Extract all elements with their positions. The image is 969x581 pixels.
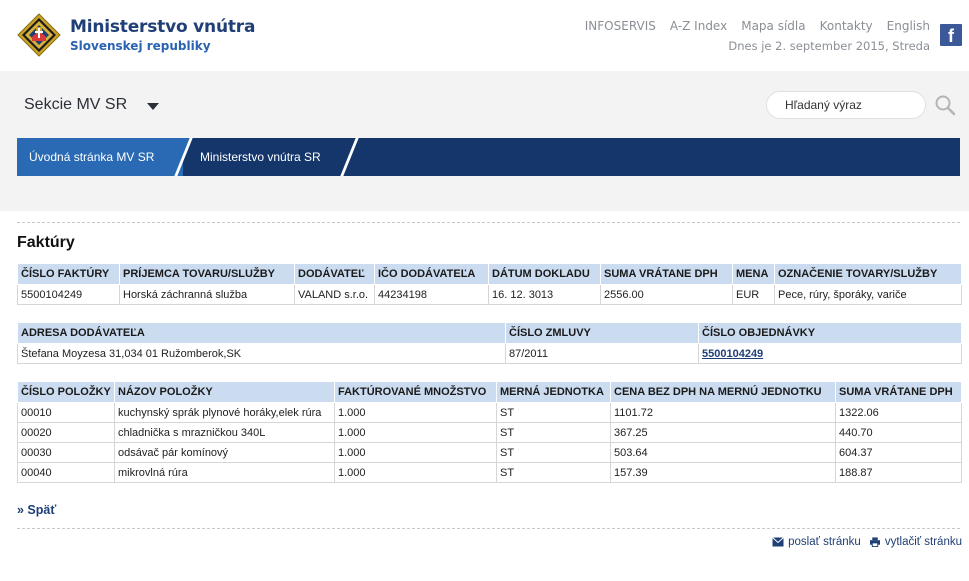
table-header-row: ADRESA DODÁVATEĽA ČÍSLO ZMLUVY ČÍSLO OBJ… — [17, 322, 962, 344]
column-header: CENA BEZ DPH NA MERNÚ JEDNOTKU — [610, 381, 836, 403]
table-cell: 1101.72 — [610, 402, 836, 423]
divider — [17, 222, 960, 223]
search-input[interactable] — [766, 91, 926, 119]
table-cell: Horská záchranná služba — [119, 284, 295, 305]
table-cell: VALAND s.r.o. — [294, 284, 375, 305]
table-cell: 44234198 — [374, 284, 489, 305]
print-page-label: vytlačiť stránku — [884, 536, 962, 548]
table-cell: chladnička s mrazničkou 340L — [114, 422, 335, 443]
table-row: 00030 odsávač pár komínový 1.000 ST 503.… — [17, 442, 962, 463]
table-row: 00020 chladnička s mrazničkou 340L 1.000… — [17, 422, 962, 443]
table-header-row: ČÍSLO FAKTÚRY PRÍJEMCA TOVARU/SLUŽBY DOD… — [17, 263, 962, 285]
page-title: Faktúry — [17, 234, 75, 251]
top-links: INFOSERVIS A-Z Index Mapa sídla Kontakty… — [585, 19, 930, 33]
table-cell: 00040 — [17, 462, 115, 483]
supplier-address: Štefana Moyzesa 31,034 01 Ružomberok,SK — [17, 343, 506, 364]
table-cell: 440.70 — [835, 422, 962, 443]
table-cell: 157.39 — [610, 462, 836, 483]
table-row: 00010 kuchynský sprák plynové horáky,ele… — [17, 402, 962, 423]
items-table: ČÍSLO POLOŽKY NÁZOV POLOŽKY FAKTÚROVANÉ … — [17, 381, 962, 483]
column-header: ČÍSLO OBJEDNÁVKY — [698, 322, 962, 344]
search-icon[interactable] — [934, 94, 956, 116]
breadcrumb-item-ministry[interactable]: Ministerstvo vnútra SR — [200, 150, 321, 164]
table-cell: 188.87 — [835, 462, 962, 483]
table-cell: 1.000 — [334, 462, 497, 483]
table-cell: 1.000 — [334, 402, 497, 423]
link-mapa-sidla[interactable]: Mapa sídla — [741, 19, 805, 33]
site-logo[interactable]: Ministerstvo vnútra Slovenskej republiky — [70, 17, 255, 54]
table-cell: 5500104249 — [17, 284, 120, 305]
table-cell: 1322.06 — [835, 402, 962, 423]
link-az-index[interactable]: A-Z Index — [670, 19, 727, 33]
table-row: 00040 mikrovlná rúra 1.000 ST 157.39 188… — [17, 462, 962, 483]
table-cell: ST — [496, 422, 611, 443]
sections-dropdown-label[interactable]: Sekcie MV SR — [24, 96, 127, 114]
current-date: Dnes je 2. september 2015, Streda — [728, 39, 930, 53]
contract-number: 87/2011 — [505, 343, 699, 364]
table-header-row: ČÍSLO POLOŽKY NÁZOV POLOŽKY FAKTÚROVANÉ … — [17, 381, 962, 403]
breadcrumb: Úvodná stránka MV SR Ministerstvo vnútra… — [17, 138, 960, 176]
column-header: MERNÁ JEDNOTKA — [496, 381, 611, 403]
caret-down-icon[interactable] — [147, 103, 159, 110]
table-cell: 1.000 — [334, 442, 497, 463]
link-infoservis[interactable]: INFOSERVIS — [585, 19, 656, 33]
table-cell: 503.64 — [610, 442, 836, 463]
table-cell: Pece, rúry, šporáky, variče — [774, 284, 962, 305]
supplier-table: ADRESA DODÁVATEĽA ČÍSLO ZMLUVY ČÍSLO OBJ… — [17, 322, 962, 364]
column-header: ČÍSLO POLOŽKY — [17, 381, 115, 403]
table-row: Štefana Moyzesa 31,034 01 Ružomberok,SK … — [17, 343, 962, 364]
invoice-table: ČÍSLO FAKTÚRY PRÍJEMCA TOVARU/SLUŽBY DOD… — [17, 263, 962, 305]
column-header: NÁZOV POLOŽKY — [114, 381, 335, 403]
order-number-cell: 5500104249 — [698, 343, 962, 364]
table-cell: ST — [496, 402, 611, 423]
mail-icon — [772, 537, 784, 547]
order-number-link[interactable]: 5500104249 — [702, 348, 763, 360]
table-cell: 367.25 — [610, 422, 836, 443]
table-cell: 604.37 — [835, 442, 962, 463]
table-cell: ST — [496, 442, 611, 463]
column-header: ČÍSLO FAKTÚRY — [17, 263, 120, 285]
table-cell: 2556.00 — [600, 284, 733, 305]
column-header: SUMA VRÁTANE DPH — [600, 263, 733, 285]
table-cell: 00010 — [17, 402, 115, 423]
back-link[interactable]: » Späť — [17, 503, 56, 517]
ministry-emblem-icon[interactable] — [17, 13, 61, 57]
column-header: ADRESA DODÁVATEĽA — [17, 322, 506, 344]
table-cell: 00030 — [17, 442, 115, 463]
table-cell: 00020 — [17, 422, 115, 443]
column-header: OZNAČENIE TOVARY/SLUŽBY — [774, 263, 962, 285]
column-header: SUMA VRÁTANE DPH — [835, 381, 962, 403]
table-cell: kuchynský sprák plynové horáky,elek rúra — [114, 402, 335, 423]
print-page-link[interactable]: vytlačiť stránku — [869, 536, 962, 548]
table-cell: odsávač pár komínový — [114, 442, 335, 463]
send-page-label: poslať stránku — [788, 536, 861, 548]
facebook-icon[interactable]: f — [940, 24, 962, 46]
link-english[interactable]: English — [887, 19, 930, 33]
send-page-link[interactable]: poslať stránku — [772, 536, 861, 548]
link-kontakty[interactable]: Kontakty — [820, 19, 873, 33]
print-icon — [869, 537, 880, 547]
table-cell: ST — [496, 462, 611, 483]
column-header: DÁTUM DOKLADU — [488, 263, 601, 285]
table-row: 5500104249 Horská záchranná služba VALAN… — [17, 284, 962, 305]
column-header: FAKTÚROVANÉ MNOŽSTVO — [334, 381, 497, 403]
breadcrumb-separator — [340, 138, 359, 176]
table-cell: 1.000 — [334, 422, 497, 443]
column-header: ČÍSLO ZMLUVY — [505, 322, 699, 344]
table-cell: EUR — [732, 284, 775, 305]
breadcrumb-item-home[interactable]: Úvodná stránka MV SR — [29, 150, 154, 164]
table-cell: mikrovlná rúra — [114, 462, 335, 483]
page-actions: poslať stránku vytlačiť stránku — [772, 536, 962, 548]
logo-subtitle: Slovenskej republiky — [70, 39, 211, 53]
divider — [17, 528, 960, 529]
column-header: MENA — [732, 263, 775, 285]
table-cell: 16. 12. 3013 — [488, 284, 601, 305]
logo-title: Ministerstvo vnútra — [70, 17, 256, 37]
column-header: DODÁVATEĽ — [294, 263, 375, 285]
column-header: IČO DODÁVATEĽA — [374, 263, 489, 285]
column-header: PRÍJEMCA TOVARU/SLUŽBY — [119, 263, 295, 285]
